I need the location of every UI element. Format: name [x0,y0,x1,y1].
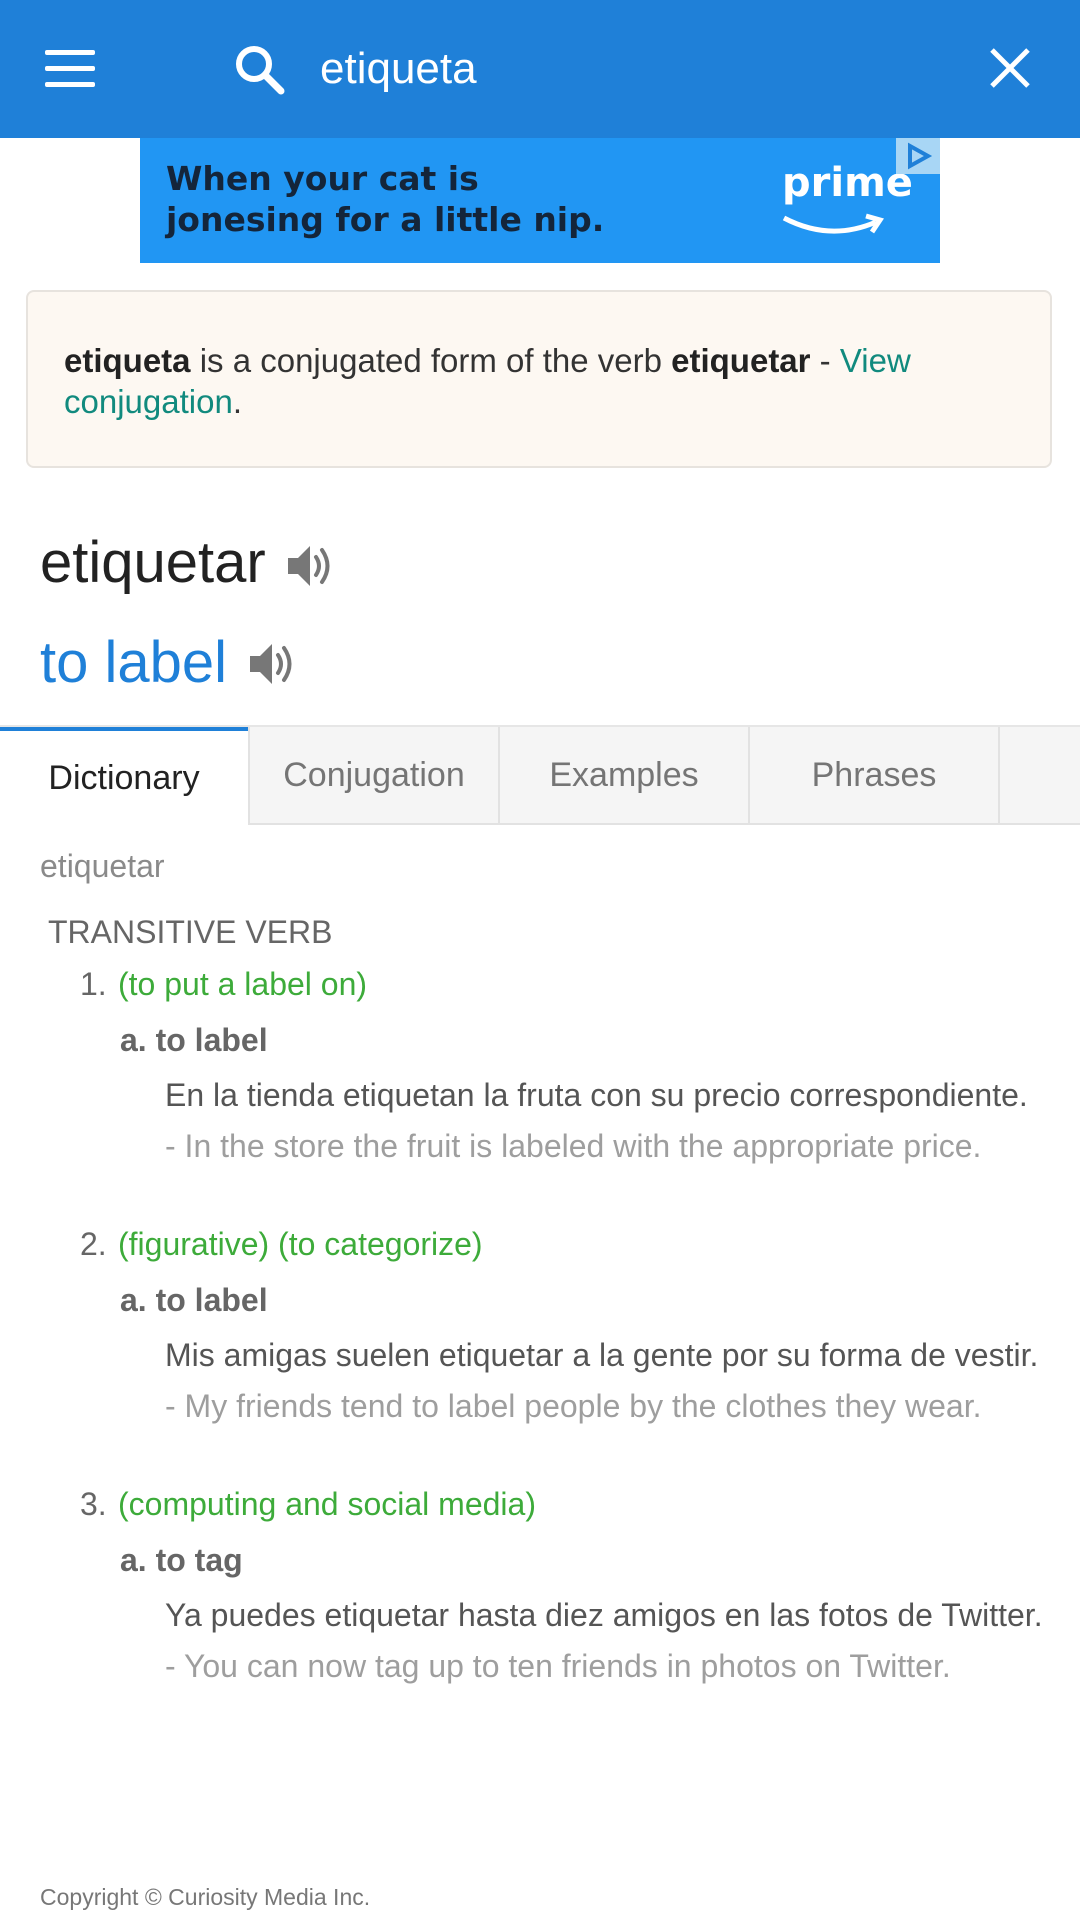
sense-number: 1. [80,966,107,1002]
translation-speaker-icon[interactable] [246,638,298,690]
tab-phrases[interactable]: Phrases [748,727,998,825]
ad-line-2: jonesing for a little nip. [166,200,605,239]
copyright: Copyright © Curiosity Media Inc. [40,1884,371,1910]
example-sentence: En la tienda etiquetan la fruta con su p… [165,1070,1045,1172]
notice-verb: etiquetar [671,342,811,379]
notice-dash: - [810,342,840,379]
ad-line-1: When your cat is [166,159,479,198]
example-sentence: Mis amigas suelen etiquetar a la gente p… [165,1330,1045,1432]
search-icon [236,46,285,95]
example-english: - My friends tend to label people by the… [165,1388,982,1424]
example-english: - You can now tag up to ten friends in p… [165,1648,951,1684]
ad-text: When your cat is jonesing for a little n… [166,158,686,240]
example-spanish: En la tienda etiquetan la fruta con su p… [165,1077,1028,1113]
sense-number: 2. [80,1226,107,1262]
tab-overflow [998,727,1080,825]
notice-text: is a conjugated form of the verb [190,342,672,379]
ad-brand: prime [782,160,913,206]
sense-number: 3. [80,1486,107,1522]
search-input[interactable] [320,38,940,100]
menu-icon[interactable] [45,50,95,88]
tab-bar: Dictionary Conjugation Examples Phrases [0,725,1080,827]
part-of-speech: TRANSITIVE VERB [48,914,333,950]
definition-headword: etiquetar [40,848,165,884]
top-bar [0,0,1080,138]
headword-translation: to label [40,630,228,695]
notice-end: . [232,383,242,420]
sense-context: (computing and social media) [118,1486,536,1522]
example-spanish: Ya puedes etiquetar hasta diez amigos en… [165,1597,1043,1633]
sense-translation: a. to tag [120,1542,243,1578]
sense-context: (to put a label on) [118,966,368,1002]
sense-context: (figurative) (to categorize) [118,1226,483,1262]
example-spanish: Mis amigas suelen etiquetar a la gente p… [165,1337,1039,1373]
prime-smile-icon [782,213,884,234]
speaker-icon[interactable] [284,540,336,592]
notice-word: etiqueta [64,342,191,379]
sense-translation: a. to label [120,1022,268,1058]
sense-translation: a. to label [120,1282,268,1318]
ad-choices-icon[interactable] [896,138,940,174]
close-icon[interactable] [986,44,1034,92]
tab-conjugation[interactable]: Conjugation [248,727,498,825]
conjugation-notice: etiqueta is a conjugated form of the ver… [26,290,1052,468]
tab-examples[interactable]: Examples [498,727,748,825]
ad-banner[interactable]: When your cat is jonesing for a little n… [140,138,940,263]
example-sentence: Ya puedes etiquetar hasta diez amigos en… [165,1590,1045,1692]
headword: etiquetar [40,530,266,595]
tab-dictionary[interactable]: Dictionary [0,727,248,825]
example-english: - In the store the fruit is labeled with… [165,1128,982,1164]
